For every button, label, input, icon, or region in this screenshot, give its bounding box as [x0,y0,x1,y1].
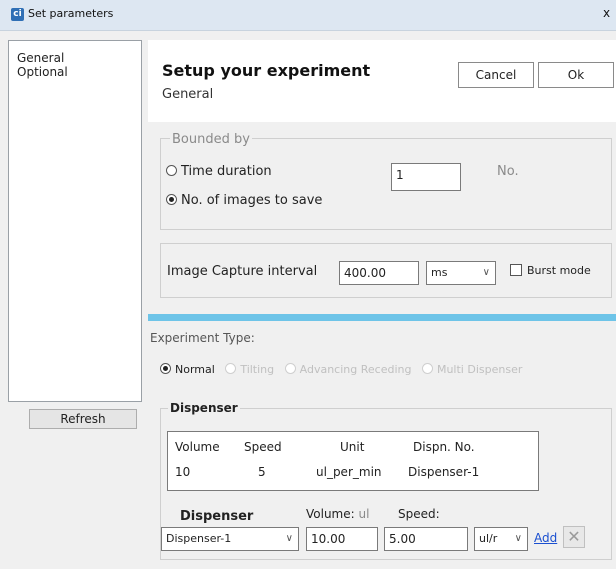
count-unit-label: No. [497,164,519,179]
app-icon: ci [11,8,24,21]
table-header-dispn-no: Dispn. No. [413,440,475,454]
ok-button[interactable]: Ok [538,62,614,88]
bounded-by-group [160,138,612,230]
volume-field-label: Volume: ul [306,507,370,521]
radio-advancing-receding[interactable]: Advancing Receding [284,363,411,376]
cell-dispn-no: Dispenser-1 [408,465,480,479]
capture-interval-input[interactable]: 400.00 [339,261,419,285]
nav-item-general[interactable]: General [9,51,141,65]
cell-volume: 10 [175,465,191,479]
radio-circle [166,165,177,176]
volume-input[interactable]: 10.00 [306,527,378,551]
cell-speed: 5 [258,465,266,479]
window-title: Set parameters [28,7,114,20]
speed-unit-select[interactable]: ul/r ∨ [474,527,528,551]
select-value: Dispenser-1 [166,532,232,545]
experiment-type-label: Experiment Type: [150,331,255,345]
delete-icon[interactable]: ✕ [563,526,585,548]
cancel-button[interactable]: Cancel [458,62,534,88]
chevron-down-icon: ∨ [514,533,522,544]
radio-normal[interactable]: Normal [160,363,215,376]
speed-input[interactable]: 5.00 [384,527,468,551]
dispenser-select[interactable]: Dispenser-1 ∨ [161,527,299,551]
select-value: ul/r [479,532,498,545]
add-dispenser-link[interactable]: Add [534,531,557,545]
radio-time-duration[interactable]: Time duration [166,164,272,179]
page-title: Setup your experiment [162,61,371,80]
page-subtitle: General [162,87,214,102]
radio-label: Time duration [181,164,272,179]
cell-unit: ul_per_min [316,465,382,479]
radio-tilting[interactable]: Tilting [225,363,274,376]
chevron-down-icon: ∨ [482,267,490,278]
section-divider [148,314,616,321]
select-value: ms [431,266,448,279]
radio-multi-dispenser[interactable]: Multi Dispenser [421,363,522,376]
dispenser-field-label: Dispenser [180,509,254,524]
image-count-input[interactable]: 1 [391,163,461,191]
checkbox-label: Burst mode [527,264,591,277]
close-icon[interactable]: x [603,6,610,20]
dispenser-group-title: Dispenser [168,401,240,415]
header-panel: Setup your experiment General Cancel Ok [148,40,616,122]
checkbox-box [510,264,522,276]
radio-images-to-save[interactable]: No. of images to save [166,193,322,208]
dispenser-table[interactable]: Volume Speed Unit Dispn. No. 10 5 ul_per… [167,431,539,491]
table-header-volume: Volume [175,440,220,454]
speed-field-label: Speed: [398,507,440,521]
burst-mode-checkbox[interactable]: Burst mode [510,264,591,277]
radio-circle-checked [166,194,177,205]
capture-interval-label: Image Capture interval [167,264,318,279]
experiment-type-radios: Normal Tilting Advancing Receding Multi … [160,363,529,376]
title-bar: ci Set parameters x [0,0,616,31]
radio-label: No. of images to save [181,193,323,208]
bounded-by-legend: Bounded by [170,132,252,147]
refresh-button[interactable]: Refresh [29,409,137,429]
chevron-down-icon: ∨ [285,533,293,544]
nav-list[interactable]: General Optional [8,40,142,402]
capture-unit-select[interactable]: ms ∨ [426,261,496,285]
table-header-speed: Speed [244,440,282,454]
table-header-unit: Unit [340,440,365,454]
nav-item-optional[interactable]: Optional [9,65,141,79]
